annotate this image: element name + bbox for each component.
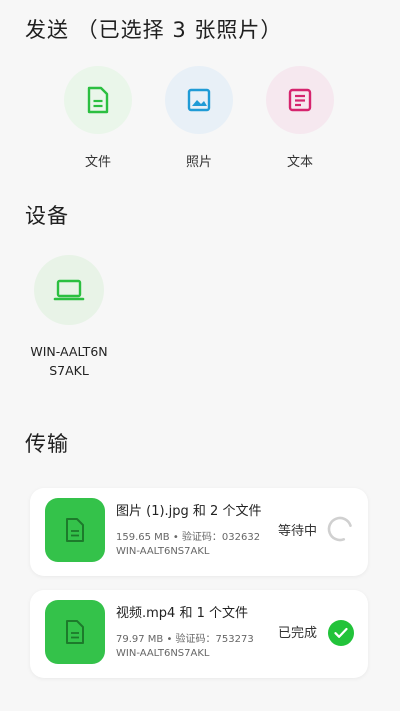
- send-photo-label: 照片: [185, 155, 212, 170]
- transfer-device: WIN-AALT6NS7AKL: [116, 648, 210, 659]
- transfers-section-title: 传输: [25, 432, 69, 456]
- devices-section-title: 设备: [25, 204, 69, 228]
- send-file-label: 文件: [84, 155, 111, 170]
- file-icon: [45, 498, 105, 562]
- send-options: 文件 照片 文本: [0, 66, 400, 176]
- transfer-title: 视频.mp4 和 1 个文件: [116, 606, 248, 621]
- device-item[interactable]: WIN-AALT6NS7AKL: [28, 255, 110, 380]
- laptop-icon: [34, 255, 104, 325]
- file-icon: [64, 66, 132, 134]
- transfer-device: WIN-AALT6NS7AKL: [116, 546, 210, 557]
- send-file-option[interactable]: 文件: [58, 66, 138, 170]
- transfer-card[interactable]: 视频.mp4 和 1 个文件 79.97 MB • 验证码：753273 WIN…: [30, 590, 368, 678]
- send-text-option[interactable]: 文本: [260, 66, 340, 170]
- send-text-label: 文本: [286, 155, 313, 170]
- transfer-status: 已完成: [278, 626, 318, 641]
- file-icon: [45, 600, 105, 664]
- transfer-title: 图片 (1).jpg 和 2 个文件: [116, 504, 262, 519]
- transfer-status: 等待中: [278, 524, 318, 539]
- loading-spinner-icon: [326, 515, 354, 543]
- transfer-card[interactable]: 图片 (1).jpg 和 2 个文件 159.65 MB • 验证码：03263…: [30, 488, 368, 576]
- transfer-meta: 79.97 MB • 验证码：753273: [116, 634, 254, 645]
- note-icon: [266, 66, 334, 134]
- device-name: WIN-AALT6NS7AKL: [30, 344, 108, 378]
- send-section-title: 发送 （已选择 3 张照片）: [25, 18, 283, 42]
- transfer-meta: 159.65 MB • 验证码：032632: [116, 532, 261, 543]
- image-icon: [165, 66, 233, 134]
- check-icon: [328, 620, 354, 646]
- send-photo-option[interactable]: 照片: [159, 66, 239, 170]
